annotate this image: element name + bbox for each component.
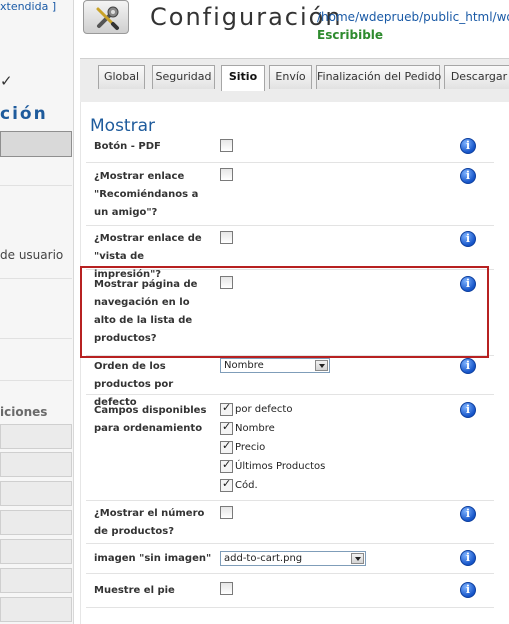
info-icon[interactable]: i [460, 168, 476, 184]
setting-label: Muestre el pie [94, 585, 175, 596]
setting-row-recommend-link: ¿Mostrar enlace "Recomiéndanos a un amig… [86, 163, 494, 226]
checked-checkbox[interactable] [220, 458, 233, 473]
sidebar-top-link-text[interactable]: xtendida [0, 0, 48, 13]
tab-finalizacion-pedido[interactable]: Finalización del Pedido [316, 65, 441, 89]
section-title: Mostrar [90, 116, 155, 136]
print-view-checkbox[interactable] [220, 231, 233, 244]
setting-row-show-footer: Muestre el pie i [86, 574, 494, 608]
info-icon[interactable]: i [460, 550, 476, 566]
setting-label: Campos disponibles para ordenamiento [94, 405, 207, 434]
setting-row-default-order: Orden de los productos por defecto Nombr… [86, 356, 494, 408]
info-icon[interactable]: i [460, 402, 476, 418]
info-icon[interactable]: i [460, 506, 476, 522]
top-navigation-checkbox[interactable] [220, 276, 233, 289]
default-order-value: Nombre [224, 360, 264, 371]
sidebar-section-label: iciones [0, 405, 48, 419]
sidebar-item[interactable] [0, 452, 72, 477]
sort-field-option[interactable]: Últimos Productos [220, 458, 326, 476]
info-icon[interactable]: i [460, 582, 476, 598]
info-icon[interactable]: i [460, 138, 476, 154]
setting-label: imagen "sin imagen" [94, 553, 212, 564]
sidebar-title: ción [0, 104, 48, 124]
product-count-checkbox[interactable] [220, 506, 233, 519]
option-label: Nombre [235, 423, 275, 434]
tab-sitio[interactable]: Sitio [221, 65, 265, 91]
tools-icon [83, 0, 129, 34]
writable-status: Escribible [317, 28, 384, 42]
option-label: Últimos Productos [235, 461, 326, 472]
info-icon[interactable]: i [460, 276, 476, 292]
option-label: Precio [235, 442, 266, 453]
setting-label: Mostrar página de navegación en lo alto … [94, 279, 198, 344]
pdf-button-checkbox[interactable] [220, 139, 233, 152]
chevron-down-icon[interactable] [315, 360, 328, 371]
sidebar-item[interactable] [0, 481, 72, 506]
sidebar-item-user[interactable]: de usuario [0, 248, 63, 262]
page-title: Configuración [150, 3, 343, 31]
page-header: Configuración /home/wdeprueb/public_html… [75, 0, 509, 58]
info-icon[interactable]: i [460, 358, 476, 374]
setting-row-pdf-button: Botón - PDF i [86, 136, 494, 163]
setting-label: ¿Mostrar enlace "Recomiéndanos a un amig… [94, 171, 199, 218]
sort-field-option[interactable]: Precio [220, 439, 266, 457]
tab-global[interactable]: Global [98, 65, 145, 89]
sidebar-divider [0, 380, 72, 381]
checked-checkbox[interactable] [220, 477, 233, 492]
sidebar-item-selected[interactable] [0, 131, 72, 157]
sidebar-top-link[interactable]: xtendida ] [0, 0, 56, 13]
sort-field-option[interactable]: Cód. [220, 477, 258, 495]
sidebar-item[interactable] [0, 539, 72, 564]
tab-envio[interactable]: Envío [269, 65, 312, 89]
sidebar-divider [0, 338, 72, 339]
setting-row-product-count: ¿Mostrar el número de productos? i [86, 501, 494, 544]
sidebar-item[interactable] [0, 424, 72, 449]
checked-checkbox[interactable] [220, 401, 233, 416]
sidebar-divider [0, 278, 72, 279]
setting-label: Botón - PDF [94, 141, 161, 152]
sidebar-top-link-bracket: ] [48, 0, 57, 13]
tab-descargar[interactable]: Descargar [444, 65, 509, 89]
no-image-value: add-to-cart.png [224, 553, 303, 564]
sidebar-divider [0, 185, 72, 186]
sidebar: xtendida ] ✓ ción de usuario iciones [0, 0, 74, 624]
info-icon[interactable]: i [460, 231, 476, 247]
tab-bar: Global Seguridad Sitio Envío Finalizació… [80, 58, 509, 102]
chevron-down-icon[interactable] [351, 553, 364, 564]
setting-row-sort-fields: Campos disponibles para ordenamiento por… [86, 395, 494, 501]
check-icon: ✓ [0, 72, 13, 90]
sidebar-item[interactable] [0, 597, 72, 622]
setting-row-no-image: imagen "sin imagen" add-to-cart.png i [86, 544, 494, 574]
checked-checkbox[interactable] [220, 439, 233, 454]
settings-panel: Mostrar Botón - PDF i ¿Mostrar enlace "R… [80, 102, 509, 624]
sidebar-item[interactable] [0, 568, 72, 593]
default-order-select[interactable]: Nombre [220, 358, 330, 373]
setting-label: ¿Mostrar el número de productos? [94, 508, 205, 537]
checked-checkbox[interactable] [220, 420, 233, 435]
sort-field-option[interactable]: Nombre [220, 420, 275, 438]
sidebar-item[interactable] [0, 510, 72, 535]
config-file-path: /home/wdeprueb/public_html/wdew [317, 10, 509, 24]
no-image-select[interactable]: add-to-cart.png [220, 551, 366, 566]
show-footer-checkbox[interactable] [220, 582, 233, 595]
recommend-link-checkbox[interactable] [220, 168, 233, 181]
option-label: por defecto [235, 404, 293, 415]
option-label: Cód. [235, 480, 258, 491]
setting-row-print-view: ¿Mostrar enlace de "vista de impresión"?… [86, 226, 494, 280]
tab-seguridad[interactable]: Seguridad [152, 65, 215, 89]
sort-field-option[interactable]: por defecto [220, 401, 293, 419]
setting-row-top-navigation: Mostrar página de navegación en lo alto … [86, 270, 494, 356]
